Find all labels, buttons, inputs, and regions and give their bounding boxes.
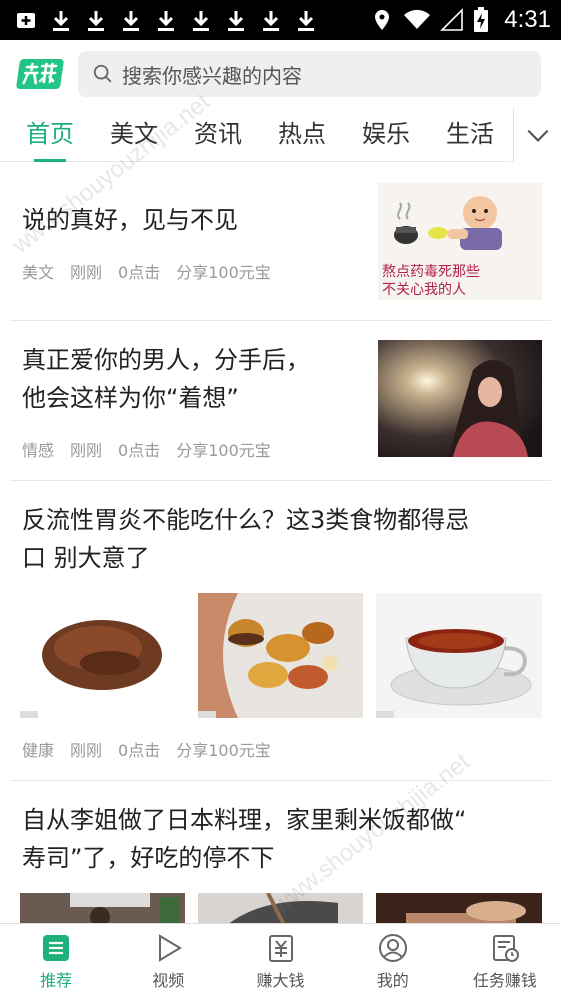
bottom-navigation: 推荐 视频 赚大钱 我的 任务赚钱 — [0, 923, 561, 999]
news-title-line: 他会这样为你“着想” — [22, 384, 239, 412]
nav-tasks[interactable]: 任务赚钱 — [449, 924, 561, 999]
download-icon — [228, 11, 244, 31]
tab-news[interactable]: 资讯 — [176, 108, 260, 162]
news-title-line: 真正爱你的男人，分手后， — [22, 346, 310, 374]
download-icon — [298, 11, 314, 31]
app-header: 搜索你感兴趣的内容 — [0, 40, 561, 108]
news-clicks: 0点击 — [118, 441, 161, 460]
money-icon — [268, 935, 293, 962]
news-meta: 情感 刚刚 0点击 分享100元宝 — [22, 437, 271, 461]
nav-label: 任务赚钱 — [472, 971, 537, 990]
news-clicks: 0点击 — [118, 263, 161, 282]
news-clicks: 0点击 — [118, 741, 161, 760]
download-icon — [263, 11, 279, 31]
news-meta: 美文 刚刚 0点击 分享100元宝 — [22, 259, 271, 283]
nav-label: 视频 — [152, 971, 185, 990]
app-screen: 4:31 搜索你感兴趣的内容 首页 美文 资讯 热点 娱乐 生活 说的真好，见与… — [0, 0, 561, 999]
download-icon — [158, 11, 174, 31]
image-caption-line: 熬点药毒死那些 — [382, 264, 480, 280]
tab-essay[interactable]: 美文 — [92, 108, 176, 162]
play-icon — [159, 934, 183, 962]
news-share-reward: 分享100元宝 — [176, 741, 271, 760]
news-title-line: 口 别大意了 — [22, 544, 150, 572]
recommend-icon — [43, 935, 70, 961]
tab-life[interactable]: 生活 — [428, 108, 512, 162]
status-bar: 4:31 — [0, 0, 561, 40]
news-thumbnail[interactable] — [20, 593, 185, 718]
tab-entertainment[interactable]: 娱乐 — [344, 108, 428, 162]
nav-recommend[interactable]: 推荐 — [0, 924, 112, 999]
download-icon — [193, 11, 209, 31]
news-category: 情感 — [22, 441, 55, 460]
news-time: 刚刚 — [70, 441, 103, 460]
news-title-line: 寿司”了，好吃的停不下 — [22, 844, 275, 872]
news-card[interactable]: 反流性胃炎不能吃什么？这3类食物都得忌 口 别大意了 健康 刚刚 0点击 分享1… — [0, 481, 561, 781]
chevron-down-icon — [526, 129, 549, 142]
app-logo[interactable] — [15, 59, 65, 89]
download-icon — [88, 11, 104, 31]
junk-food-photo — [198, 593, 363, 718]
news-title[interactable]: 说的真好，见与不见 — [22, 201, 238, 239]
nav-label: 我的 — [376, 971, 409, 990]
news-thumbnail[interactable] — [198, 593, 363, 718]
news-thumbnail[interactable]: 熬点药毒死那些 不关心我的人 — [378, 183, 542, 300]
task-icon — [492, 935, 519, 962]
image-caption: 熬点药毒死那些 不关心我的人 — [382, 263, 480, 299]
category-tabs: 首页 美文 资讯 热点 娱乐 生活 — [0, 108, 561, 162]
battery-charging-icon — [474, 7, 489, 32]
search-bar[interactable]: 搜索你感兴趣的内容 — [78, 51, 541, 97]
news-thumbnail[interactable] — [376, 593, 542, 718]
news-title-line: 反流性胃炎不能吃什么？这3类食物都得忌 — [22, 506, 470, 534]
tea-cup-photo — [376, 593, 542, 718]
nav-label: 推荐 — [40, 971, 73, 990]
signal-icon — [440, 8, 464, 31]
news-category: 美文 — [22, 263, 55, 282]
couple-photo — [378, 340, 542, 457]
nav-earn-money[interactable]: 赚大钱 — [224, 924, 336, 999]
wifi-icon — [404, 9, 431, 29]
peppercorn-photo — [20, 593, 185, 718]
add-box-icon — [17, 13, 35, 28]
news-title[interactable]: 反流性胃炎不能吃什么？这3类食物都得忌 口 别大意了 — [22, 501, 469, 577]
news-category: 健康 — [22, 741, 55, 760]
download-icon — [53, 11, 69, 31]
news-share-reward: 分享100元宝 — [176, 263, 271, 282]
nav-label: 赚大钱 — [256, 971, 305, 990]
search-placeholder: 搜索你感兴趣的内容 — [122, 63, 302, 88]
status-time: 4:31 — [504, 6, 551, 33]
news-time: 刚刚 — [70, 741, 103, 760]
news-time: 刚刚 — [70, 263, 103, 282]
news-card[interactable]: 真正爱你的男人，分手后， 他会这样为你“着想” 情感 刚刚 0点击 分享100元… — [0, 321, 561, 481]
news-title-line: 自从李姐做了日本料理，家里剩米饭都做“ — [22, 806, 467, 834]
location-icon — [375, 10, 390, 30]
image-caption-line: 不关心我的人 — [382, 282, 466, 298]
news-meta: 健康 刚刚 0点击 分享100元宝 — [22, 737, 271, 761]
news-card[interactable]: 说的真好，见与不见 美文 刚刚 0点击 分享100元宝 熬点药毒死那些 不关心我… — [0, 163, 561, 320]
download-icon — [123, 11, 139, 31]
tabs-expand-button[interactable] — [513, 108, 561, 162]
news-share-reward: 分享100元宝 — [176, 441, 271, 460]
nav-video[interactable]: 视频 — [112, 924, 224, 999]
news-title[interactable]: 真正爱你的男人，分手后， 他会这样为你“着想” — [22, 341, 310, 417]
news-thumbnail[interactable] — [378, 340, 542, 457]
user-icon — [378, 934, 407, 962]
search-icon — [93, 64, 112, 83]
news-card[interactable]: 自从李姐做了日本料理，家里剩米饭都做“ 寿司”了，好吃的停不下 — [0, 781, 561, 933]
tab-home[interactable]: 首页 — [8, 108, 92, 162]
news-title[interactable]: 自从李姐做了日本料理，家里剩米饭都做“ 寿司”了，好吃的停不下 — [22, 801, 466, 877]
nav-mine[interactable]: 我的 — [337, 924, 449, 999]
tab-hot[interactable]: 热点 — [260, 108, 344, 162]
logo-mark — [22, 62, 58, 85]
